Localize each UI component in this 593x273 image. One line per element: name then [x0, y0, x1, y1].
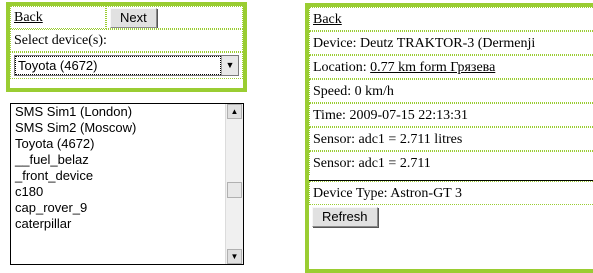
dropdown-option[interactable]: SMS Sim2 (Moscow) [11, 120, 226, 136]
device-select[interactable]: Toyota (4672) ▼ [14, 55, 239, 76]
sensor-text: Sensor: adc1 = 2.711 [313, 156, 431, 171]
speed-row: Speed: 0 km/h [309, 79, 593, 103]
device-select-panel: Back Next Select device(s): Toyota (4672… [6, 2, 247, 92]
dropdown-option[interactable]: caterpillar [11, 216, 226, 232]
back-cell: Back [309, 7, 593, 31]
scroll-up-icon[interactable]: ▲ [227, 104, 242, 119]
scrollbar-thumb[interactable] [227, 182, 242, 198]
dropdown-options: SMS Sim1 (London) SMS Sim2 (Moscow) Toyota… [11, 104, 226, 232]
device-name-text: Device: Deutz TRAKTOR-3 (Dermenji [313, 36, 536, 51]
sensor-row: Sensor: adc1 = 2.711 litres [309, 127, 593, 151]
time-row: Time: 2009-07-15 22:13:31 [309, 103, 593, 127]
dropdown-option[interactable]: c180 [11, 184, 226, 200]
next-cell: Next [106, 6, 243, 29]
dropdown-option[interactable]: cap_rover_9 [11, 200, 226, 216]
speed-text: Speed: 0 km/h [313, 84, 394, 99]
device-info-panel: Back Device: Deutz TRAKTOR-3 (Dermenji L… [305, 3, 593, 273]
back-link[interactable]: Back [14, 10, 43, 25]
next-button[interactable]: Next [110, 8, 157, 28]
select-cell: Toyota (4672) ▼ [10, 52, 243, 79]
location-label: Location: [313, 60, 371, 75]
device-type-text: Device Type: Astron-GT 3 [313, 186, 462, 201]
dropdown-scrollbar[interactable]: ▲ ▼ [225, 104, 243, 264]
device-select-value: Toyota (4672) [15, 56, 221, 75]
chevron-down-icon[interactable]: ▼ [221, 56, 238, 75]
dropdown-option[interactable]: __fuel_belaz [11, 152, 226, 168]
device-row: Device: Deutz TRAKTOR-3 (Dermenji [309, 31, 593, 55]
dropdown-option[interactable]: _front_device [11, 168, 226, 184]
location-link[interactable]: 0.77 km form Грязева [370, 60, 495, 75]
select-devices-label: Select device(s): [14, 33, 107, 48]
back-link[interactable]: Back [313, 12, 342, 27]
location-row: Location: 0.77 km form Грязева [309, 55, 593, 79]
sensor-text: Sensor: adc1 = 2.711 litres [313, 132, 463, 147]
time-text: Time: 2009-07-15 22:13:31 [313, 108, 469, 123]
dropdown-option[interactable]: Toyota (4672) [11, 136, 226, 152]
select-label-cell: Select device(s): [10, 29, 243, 52]
sensor-row: Sensor: adc1 = 2.711 [309, 151, 593, 175]
nav-row: Back Next [10, 6, 243, 29]
refresh-button[interactable]: Refresh [312, 207, 378, 227]
device-dropdown-list[interactable]: SMS Sim1 (London) SMS Sim2 (Moscow) Toyota… [10, 103, 244, 265]
back-cell: Back [10, 6, 106, 29]
refresh-row: Refresh [309, 205, 593, 229]
dropdown-option[interactable]: SMS Sim1 (London) [11, 104, 226, 120]
scroll-down-icon[interactable]: ▼ [227, 249, 242, 264]
device-type-row: Device Type: Astron-GT 3 [309, 181, 593, 205]
